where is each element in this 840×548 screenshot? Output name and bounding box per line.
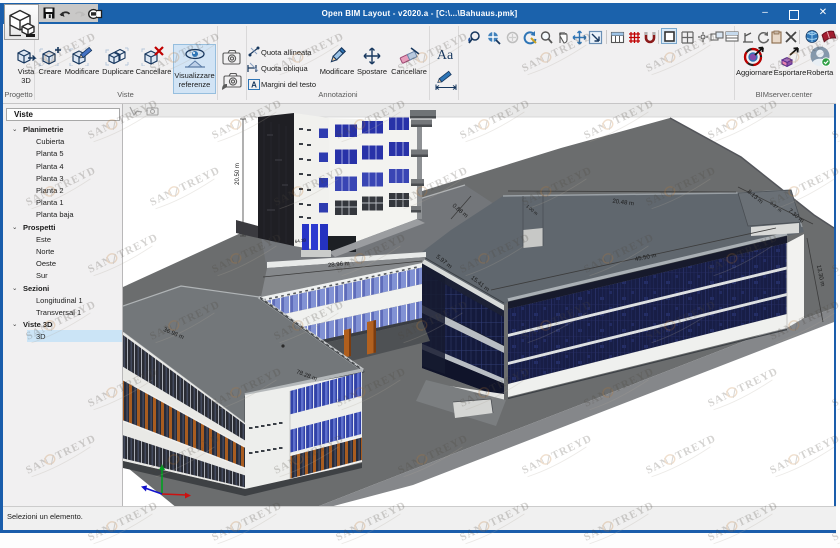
svg-text:A: A (251, 81, 257, 90)
svg-text:20.50 m: 20.50 m (235, 163, 241, 185)
